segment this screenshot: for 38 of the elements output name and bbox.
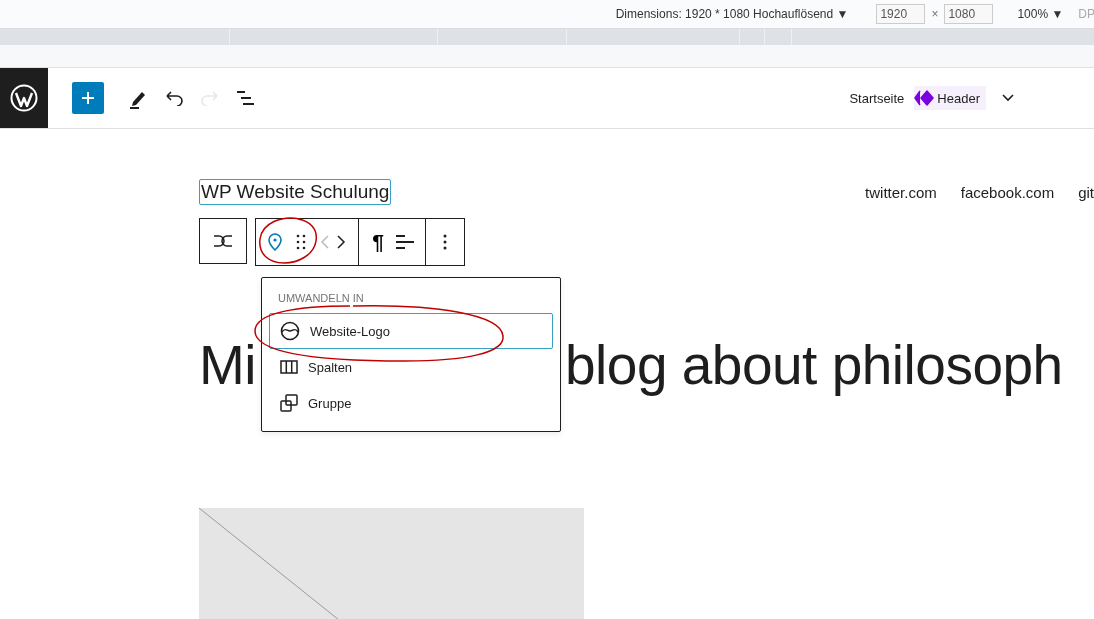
- menu-item[interactable]: Gruppe: [269, 385, 553, 421]
- transform-icon: [213, 235, 233, 247]
- heading-text: blog about philosoph: [565, 333, 1064, 397]
- wordpress-logo[interactable]: [0, 68, 48, 128]
- align-icon: [395, 234, 415, 250]
- add-button[interactable]: [72, 82, 104, 114]
- drag-handle-icon: [296, 234, 306, 250]
- list-view-icon: [236, 90, 256, 106]
- chevron-down-icon: [1002, 94, 1014, 102]
- breadcrumb-link[interactable]: Startseite: [849, 90, 905, 106]
- heading-text: Mi: [199, 333, 257, 397]
- height-field[interactable]: 1080: [944, 4, 994, 24]
- more-options-icon: [443, 234, 447, 250]
- location-pin-icon: [268, 233, 282, 251]
- plus-icon: [80, 90, 96, 106]
- times-sign: ×: [931, 7, 939, 21]
- navigation-link[interactable]: facebook.com: [960, 183, 1055, 201]
- dimensions-dropdown[interactable]: Dimensions: 1920 * 1080 Hochauflösend ▼: [615, 7, 849, 21]
- menu-label: UMWANDELN IN: [277, 291, 365, 306]
- zoom-dropdown[interactable]: 100% ▼: [1017, 7, 1064, 21]
- wordpress-icon: [10, 84, 38, 112]
- redo-icon: [200, 90, 220, 106]
- template-part-icon: [914, 90, 935, 106]
- columns-icon: [280, 360, 298, 374]
- annotation-scribble: [259, 217, 318, 264]
- transform-button[interactable]: [199, 218, 247, 264]
- undo-icon: [164, 90, 184, 106]
- template-label[interactable]: Header: [914, 86, 986, 110]
- navigation-link[interactable]: twitter.com: [865, 183, 937, 201]
- site-logo-icon: [280, 321, 300, 341]
- dpr-label: DP: [1078, 7, 1094, 21]
- menu-item[interactable]: Spalten: [269, 349, 553, 385]
- paragraph-button[interactable]: ¶: [365, 219, 391, 265]
- width-field[interactable]: 1920: [876, 4, 926, 24]
- site-title[interactable]: WP Website Schulung: [199, 179, 392, 205]
- menu-item[interactable]: Website-Logo: [269, 313, 553, 349]
- group-icon: [280, 394, 298, 412]
- navigation-link[interactable]: git: [1078, 183, 1094, 201]
